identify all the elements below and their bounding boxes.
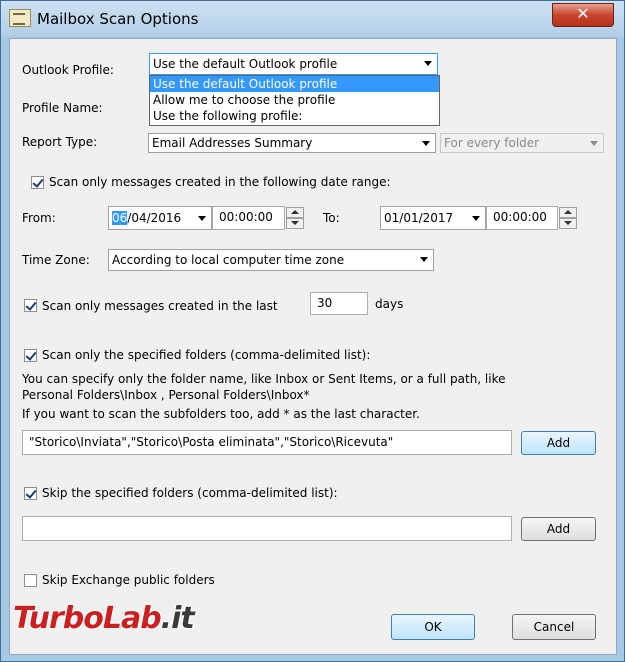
- window-title: Mailbox Scan Options: [37, 10, 199, 28]
- dropdown-option[interactable]: Use the default Outlook profile: [150, 76, 439, 92]
- profile-name-label: Profile Name:: [22, 101, 103, 115]
- outlook-profile-value: Use the default Outlook profile: [153, 57, 338, 71]
- skip-folders-checkbox[interactable]: [24, 487, 37, 500]
- title-bar[interactable]: Mailbox Scan Options ✕: [1, 1, 624, 37]
- from-date-day: 06: [112, 211, 128, 225]
- to-time-input[interactable]: 00:00:00: [486, 206, 558, 230]
- watermark-suffix: .it: [160, 601, 195, 636]
- time-zone-label: Time Zone:: [22, 253, 90, 267]
- watermark-text: TurboLab: [13, 601, 162, 636]
- chevron-down-icon[interactable]: [415, 250, 433, 268]
- from-date-picker[interactable]: 06/04/2016: [108, 206, 212, 230]
- from-date-rest: /04/2016: [127, 211, 182, 225]
- skip-folders-input[interactable]: [22, 516, 512, 541]
- ok-button[interactable]: OK: [391, 614, 475, 640]
- time-zone-value: According to local computer time zone: [112, 253, 345, 267]
- date-range-checkbox[interactable]: [31, 176, 44, 189]
- dropdown-option[interactable]: Allow me to choose the profile: [150, 92, 439, 108]
- spin-down-icon[interactable]: [559, 218, 577, 229]
- last-days-checkbox[interactable]: [24, 299, 37, 312]
- report-scope-select: For every folder: [440, 133, 604, 153]
- spin-up-icon[interactable]: [286, 207, 304, 218]
- close-button[interactable]: ✕: [552, 3, 614, 27]
- chevron-down-icon: [585, 134, 603, 152]
- specified-folders-checkbox[interactable]: [24, 349, 37, 362]
- dialog-window: Mailbox Scan Options ✕ Outlook Profile: …: [0, 0, 625, 662]
- specified-folders-label: Scan only the specified folders (comma-d…: [42, 348, 371, 362]
- dialog-client-area: Outlook Profile: Use the default Outlook…: [9, 38, 617, 655]
- skip-folders-label: Skip the specified folders (comma-delimi…: [42, 486, 338, 500]
- last-days-input[interactable]: 30: [310, 292, 368, 315]
- chevron-down-icon[interactable]: [417, 134, 435, 152]
- spin-down-icon[interactable]: [286, 218, 304, 229]
- add-skip-folder-button[interactable]: Add: [521, 517, 596, 541]
- date-range-label: Scan only messages created in the follow…: [49, 175, 391, 189]
- skip-exchange-label: Skip Exchange public folders: [42, 573, 215, 587]
- cancel-button[interactable]: Cancel: [512, 614, 596, 640]
- turbolab-watermark-logo: TurboLab.it: [13, 601, 195, 636]
- folders-help-line2: Personal Folders\Inbox , Personal Folder…: [22, 388, 310, 402]
- chevron-down-icon[interactable]: [467, 209, 485, 227]
- chevron-down-icon[interactable]: [193, 209, 211, 227]
- report-type-label: Report Type:: [22, 135, 98, 149]
- outlook-profile-label: Outlook Profile:: [22, 63, 114, 77]
- report-scope-value: For every folder: [444, 136, 540, 150]
- specified-folders-input[interactable]: "Storico\Inviata","Storico\Posta elimina…: [22, 430, 512, 455]
- to-date-value: 01/01/2017: [384, 211, 454, 225]
- last-days-label: Scan only messages created in the last: [42, 299, 278, 313]
- folders-help-line1: You can specify only the folder name, li…: [22, 372, 506, 386]
- to-date-picker[interactable]: 01/01/2017: [380, 206, 486, 230]
- chevron-down-icon[interactable]: [419, 54, 437, 72]
- skip-exchange-checkbox[interactable]: [24, 574, 37, 587]
- folders-help-line3: If you want to scan the subfolders too, …: [22, 407, 420, 421]
- to-label: To:: [323, 211, 340, 225]
- dropdown-option[interactable]: Use the following profile:: [150, 108, 439, 124]
- time-zone-select[interactable]: According to local computer time zone: [108, 249, 434, 271]
- from-label: From:: [22, 211, 56, 225]
- days-unit-label: days: [375, 297, 404, 311]
- report-type-select[interactable]: Email Addresses Summary: [148, 133, 436, 153]
- from-time-spinner[interactable]: [286, 207, 304, 229]
- report-type-value: Email Addresses Summary: [152, 136, 313, 150]
- add-specified-folder-button[interactable]: Add: [521, 431, 596, 455]
- from-time-input[interactable]: 00:00:00: [212, 206, 285, 230]
- mailbox-app-icon: [9, 9, 31, 27]
- spin-up-icon[interactable]: [559, 207, 577, 218]
- outlook-profile-dropdown: Use the default Outlook profile Allow me…: [149, 75, 440, 126]
- to-time-spinner[interactable]: [559, 207, 577, 229]
- outlook-profile-select[interactable]: Use the default Outlook profile: [149, 53, 438, 75]
